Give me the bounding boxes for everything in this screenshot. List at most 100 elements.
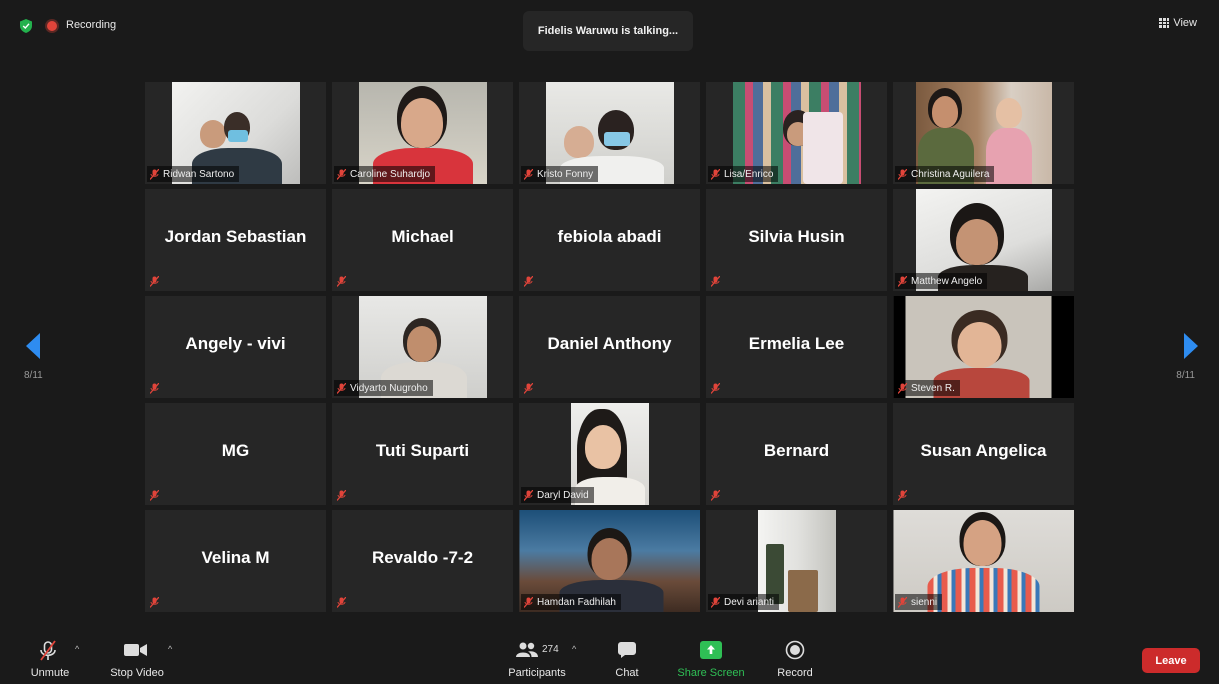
- muted-mic-icon: [150, 382, 159, 394]
- view-button[interactable]: View: [1159, 17, 1197, 29]
- participant-name-label: Kristo Fonny: [521, 166, 599, 182]
- participant-tile[interactable]: Revaldo -7-2: [332, 510, 513, 612]
- participant-name-label: Ridwan Sartono: [147, 166, 240, 182]
- participants-label: Participants: [508, 667, 566, 679]
- muted-mic-icon: [898, 489, 907, 501]
- participant-tile[interactable]: febiola abadi: [519, 189, 700, 291]
- participant-name-label: [147, 380, 164, 396]
- participant-tile[interactable]: Vidyarto Nugroho: [332, 296, 513, 398]
- muted-mic-icon: [898, 275, 907, 287]
- muted-mic-icon: [337, 489, 346, 501]
- muted-mic-icon: [524, 275, 533, 287]
- participant-tile[interactable]: Devi arianti: [706, 510, 887, 612]
- participant-tile[interactable]: Christina Aguilera: [893, 82, 1074, 184]
- participant-tile[interactable]: Bernard: [706, 403, 887, 505]
- participant-name-display: Velina M: [201, 548, 270, 567]
- participant-name: Kristo Fonny: [537, 168, 594, 180]
- participant-name-display: Bernard: [763, 441, 830, 460]
- participant-name-label: [708, 380, 725, 396]
- participant-name: Hamdan Fadhilah: [537, 596, 616, 608]
- participant-name: Devi arianti: [724, 596, 775, 608]
- leave-meeting-button[interactable]: Leave: [1142, 648, 1200, 673]
- participant-name: Daryl David: [537, 489, 589, 501]
- record-button[interactable]: Record: [772, 634, 818, 684]
- share-screen-label: Share Screen: [677, 667, 745, 679]
- share-screen-button[interactable]: Share Screen: [672, 634, 750, 684]
- participants-icon: [516, 642, 538, 657]
- participant-tile[interactable]: Kristo Fonny: [519, 82, 700, 184]
- next-page-arrow-icon[interactable]: [1184, 333, 1198, 359]
- participant-tile[interactable]: Hamdan Fadhilah: [519, 510, 700, 612]
- participant-name-display: Jordan Sebastian: [164, 227, 307, 246]
- muted-mic-icon: [524, 489, 533, 501]
- participant-name: Caroline Suhardjo: [350, 168, 431, 180]
- participant-name-label: [334, 487, 351, 503]
- participant-name-label: [147, 594, 164, 610]
- participant-tile[interactable]: Lisa/Enrico: [706, 82, 887, 184]
- page-indicator-right: 8/11: [1176, 370, 1195, 381]
- unmute-label: Unmute: [30, 667, 70, 679]
- participant-name-display: MG: [221, 441, 250, 460]
- muted-mic-icon: [898, 168, 907, 180]
- record-label: Record: [777, 667, 813, 679]
- security-shield-icon[interactable]: [20, 19, 32, 33]
- participant-tile[interactable]: Tuti Suparti: [332, 403, 513, 505]
- participants-count: 274: [542, 644, 559, 655]
- participant-tile[interactable]: Ermelia Lee: [706, 296, 887, 398]
- muted-mic-icon: [150, 275, 159, 287]
- participant-tile[interactable]: sienni: [893, 510, 1074, 612]
- participant-name-label: [334, 273, 351, 289]
- chat-bubble-icon: [618, 642, 636, 658]
- muted-mic-icon: [337, 168, 346, 180]
- participant-tile[interactable]: Daryl David: [519, 403, 700, 505]
- participant-name-label: Steven R.: [895, 380, 960, 396]
- participant-name-label: [895, 487, 912, 503]
- participant-tile[interactable]: MG: [145, 403, 326, 505]
- participant-tile[interactable]: Daniel Anthony: [519, 296, 700, 398]
- stop-video-button[interactable]: ^ Stop Video: [104, 634, 172, 684]
- participant-tile[interactable]: Silvia Husin: [706, 189, 887, 291]
- participant-tile[interactable]: Velina M: [145, 510, 326, 612]
- participant-name-label: [147, 273, 164, 289]
- participant-name: Lisa/Enrico: [724, 168, 774, 180]
- participant-name-label: [147, 487, 164, 503]
- unmute-button[interactable]: ^ Unmute: [20, 634, 80, 684]
- muted-mic-icon: [898, 596, 907, 608]
- view-label: View: [1173, 17, 1197, 29]
- participant-tile[interactable]: Caroline Suhardjo: [332, 82, 513, 184]
- participant-name-label: Matthew Angelo: [895, 273, 988, 289]
- audio-options-caret-icon[interactable]: ^: [75, 644, 79, 654]
- video-camera-icon: [124, 644, 147, 656]
- participant-tile[interactable]: Jordan Sebastian: [145, 189, 326, 291]
- participant-name-label: Lisa/Enrico: [708, 166, 779, 182]
- participant-name-display: Silvia Husin: [748, 227, 845, 246]
- recording-label[interactable]: Recording: [66, 19, 116, 31]
- video-options-caret-icon[interactable]: ^: [168, 644, 172, 654]
- participant-name-display: Angely - vivi: [185, 334, 286, 353]
- participant-tile[interactable]: Angely - vivi: [145, 296, 326, 398]
- recording-dot-icon: [47, 21, 57, 31]
- muted-mic-icon: [711, 596, 720, 608]
- muted-mic-icon: [711, 382, 720, 394]
- participant-name-label: Daryl David: [521, 487, 594, 503]
- participants-options-caret-icon[interactable]: ^: [572, 644, 576, 654]
- participant-tile[interactable]: Matthew Angelo: [893, 189, 1074, 291]
- participant-tile[interactable]: Ridwan Sartono: [145, 82, 326, 184]
- participant-tile[interactable]: Susan Angelica: [893, 403, 1074, 505]
- muted-mic-icon: [524, 168, 533, 180]
- muted-mic-icon: [711, 489, 720, 501]
- participant-name-display: febiola abadi: [557, 227, 662, 246]
- participant-name: sienni: [911, 596, 938, 608]
- muted-microphone-icon: [40, 640, 56, 661]
- page-indicator-left: 8/11: [24, 370, 43, 381]
- participant-tile[interactable]: Michael: [332, 189, 513, 291]
- participant-name-label: [708, 273, 725, 289]
- participant-tile[interactable]: Steven R.: [893, 296, 1074, 398]
- participant-name-label: sienni: [895, 594, 943, 610]
- chat-button[interactable]: Chat: [605, 634, 649, 684]
- participant-name-label: Vidyarto Nugroho: [334, 380, 433, 396]
- previous-page-arrow-icon[interactable]: [26, 333, 40, 359]
- grid-view-icon: [1159, 18, 1170, 28]
- participants-button[interactable]: 274 ^ Participants: [496, 634, 578, 684]
- meeting-toolbar: ^ Unmute ^ Stop Video 274 ^ Participants…: [0, 634, 1219, 684]
